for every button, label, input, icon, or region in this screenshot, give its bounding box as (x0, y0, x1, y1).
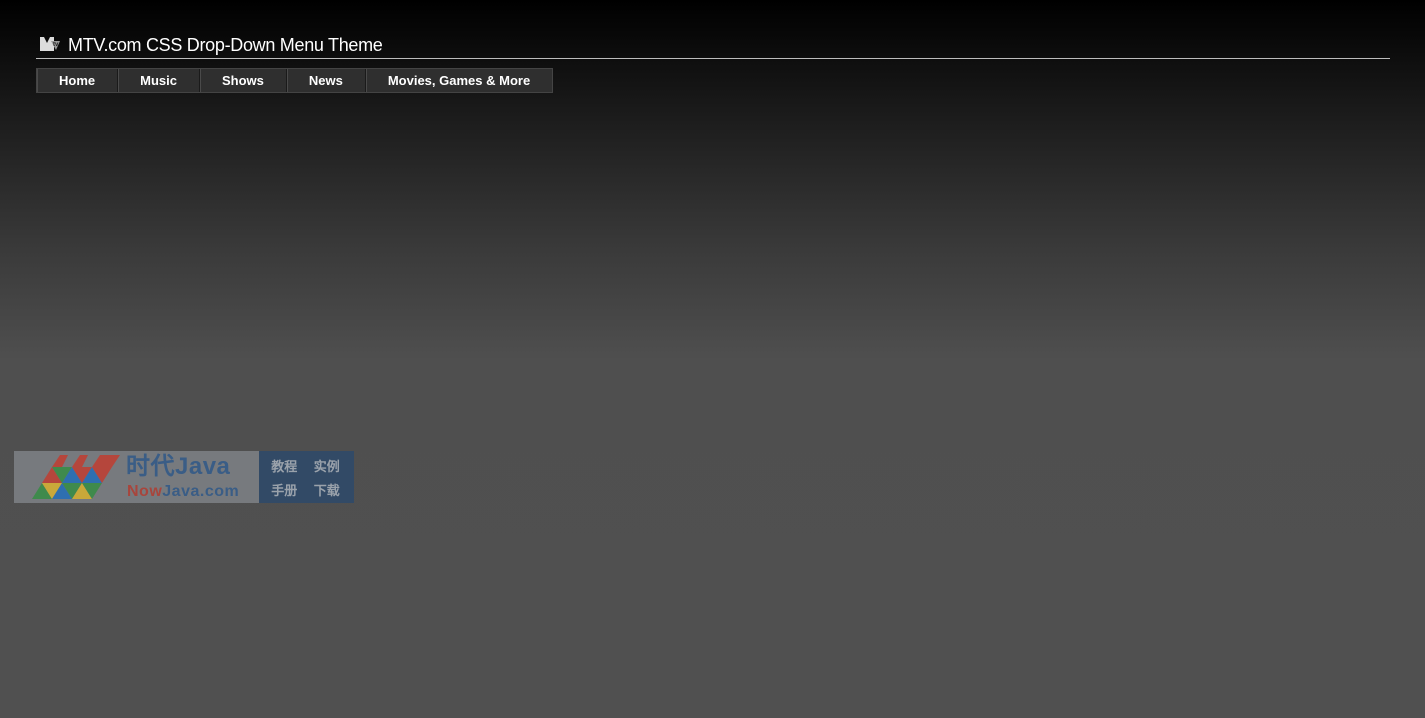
nav-item-home[interactable]: Home (37, 69, 119, 92)
main-nav: Home Music Shows News Movies, Games & Mo… (36, 68, 554, 93)
watermark-logo-area: 时代Java NowJava.com (14, 451, 259, 503)
nav-item-news[interactable]: News (287, 69, 366, 92)
title-row: tv MTV.com CSS Drop-Down Menu Theme (36, 34, 1390, 58)
watermark-url-rest: Java.com (162, 483, 240, 500)
watermark-brand: 时代Java (126, 453, 231, 480)
mtv-logo-icon: tv (40, 37, 60, 51)
svg-text:tv: tv (53, 42, 59, 48)
watermark-link-tutorial[interactable]: 教程 (271, 456, 297, 475)
page-header: tv MTV.com CSS Drop-Down Menu Theme (36, 34, 1390, 59)
watermark-link-download[interactable]: 下载 (314, 480, 340, 499)
watermark-links: 教程 实例 手册 下载 (259, 451, 354, 503)
watermark-url: NowJava.com (127, 482, 239, 502)
nav-item-movies-games-more[interactable]: Movies, Games & More (366, 69, 552, 92)
watermark-url-prefix: Now (127, 483, 163, 500)
watermark-banner[interactable]: 时代Java NowJava.com 教程 实例 手册 下载 (14, 451, 354, 503)
nav-item-music[interactable]: Music (118, 69, 200, 92)
nowjava-logo-icon (32, 455, 120, 499)
nav-item-shows[interactable]: Shows (200, 69, 287, 92)
watermark-link-manual[interactable]: 手册 (271, 480, 297, 499)
watermark-link-examples[interactable]: 实例 (314, 456, 340, 475)
page-title: MTV.com CSS Drop-Down Menu Theme (68, 35, 383, 55)
